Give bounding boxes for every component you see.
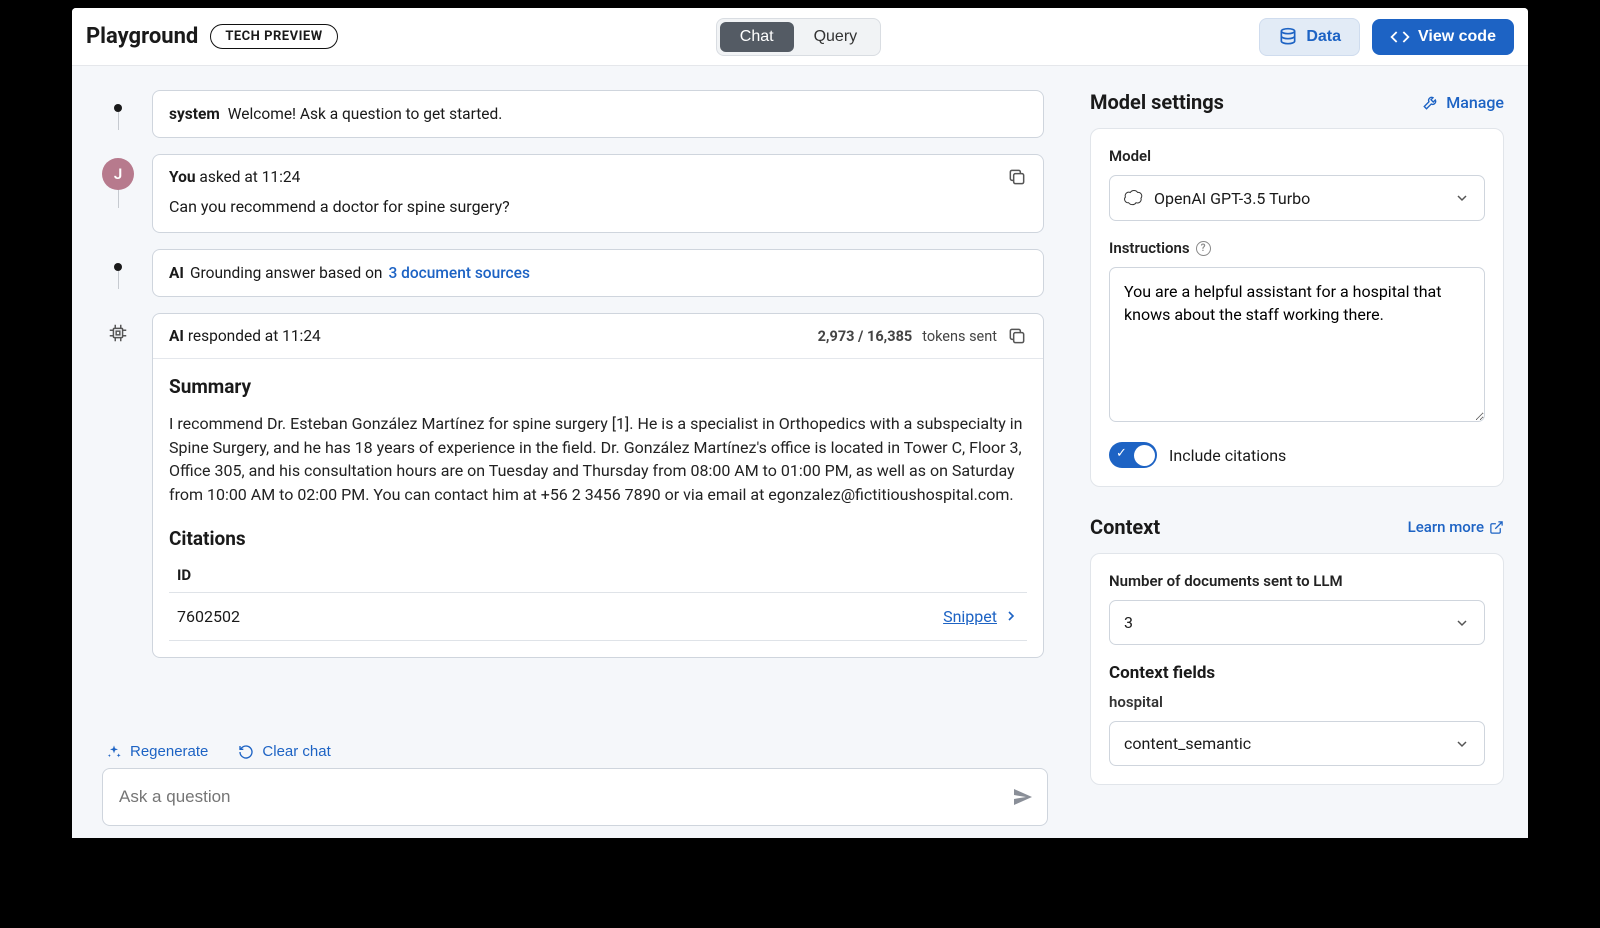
clear-chat-label: Clear chat bbox=[262, 743, 330, 760]
mode-segmented-control: Chat Query bbox=[716, 18, 881, 56]
user-avatar: J bbox=[102, 158, 134, 190]
code-icon bbox=[1390, 27, 1410, 47]
hospital-label: hospital bbox=[1109, 693, 1485, 711]
tab-chat[interactable]: Chat bbox=[720, 22, 794, 52]
timeline-dot bbox=[114, 104, 122, 112]
ai-resp-meta: responded at 11:24 bbox=[188, 327, 321, 345]
tokens-count: 2,973 / 16,385 bbox=[818, 328, 913, 345]
regenerate-button[interactable]: Regenerate bbox=[106, 743, 208, 760]
document-sources-link[interactable]: 3 document sources bbox=[388, 264, 529, 282]
grounding-text: Grounding answer based on bbox=[190, 264, 383, 282]
view-code-button[interactable]: View code bbox=[1372, 19, 1514, 55]
num-docs-label: Number of documents sent to LLM bbox=[1109, 572, 1485, 590]
clear-chat-button[interactable]: Clear chat bbox=[238, 743, 330, 760]
context-card: Number of documents sent to LLM 3 Contex… bbox=[1090, 553, 1504, 785]
user-meta: asked at 11:24 bbox=[199, 168, 300, 186]
model-value: OpenAI GPT-3.5 Turbo bbox=[1154, 189, 1310, 208]
chevron-right-icon bbox=[1003, 608, 1019, 624]
timeline-dot bbox=[114, 263, 122, 271]
model-label: Model bbox=[1109, 147, 1485, 165]
chevron-down-icon bbox=[1454, 190, 1470, 206]
regenerate-label: Regenerate bbox=[130, 743, 208, 760]
user-who: You bbox=[169, 168, 196, 186]
user-message: You asked at 11:24 Can you recommend a d… bbox=[152, 154, 1044, 233]
chat-column: system Welcome! Ask a question to get st… bbox=[72, 66, 1078, 838]
system-text: Welcome! Ask a question to get started. bbox=[228, 105, 503, 123]
chip-icon bbox=[106, 321, 130, 345]
database-icon bbox=[1278, 27, 1298, 47]
citations-toggle-label: Include citations bbox=[1169, 446, 1286, 465]
citations-heading: Citations bbox=[169, 527, 1027, 550]
hospital-value: content_semantic bbox=[1124, 734, 1251, 753]
copy-icon[interactable] bbox=[1007, 167, 1027, 187]
system-message: system Welcome! Ask a question to get st… bbox=[152, 90, 1044, 138]
copy-icon[interactable] bbox=[1007, 326, 1027, 346]
snippet-link[interactable]: Snippet bbox=[943, 607, 1019, 626]
model-settings-title: Model settings bbox=[1090, 90, 1224, 114]
tech-preview-badge: TECH PREVIEW bbox=[210, 24, 337, 49]
send-icon[interactable] bbox=[1011, 785, 1035, 809]
wrench-icon bbox=[1422, 93, 1440, 111]
data-button[interactable]: Data bbox=[1259, 18, 1360, 56]
citation-id: 7602502 bbox=[177, 607, 240, 626]
openai-icon bbox=[1124, 188, 1144, 208]
instructions-textarea[interactable] bbox=[1109, 267, 1485, 422]
grounding-message: AI Grounding answer based on 3 document … bbox=[152, 249, 1044, 297]
model-settings-card: Model OpenAI GPT-3.5 Turbo Instructions … bbox=[1090, 128, 1504, 487]
chevron-down-icon bbox=[1454, 736, 1470, 752]
sparkle-icon bbox=[106, 744, 122, 760]
citation-row: 7602502 Snippet bbox=[169, 593, 1027, 641]
tokens-suffix: tokens sent bbox=[922, 328, 997, 345]
view-code-label: View code bbox=[1418, 28, 1496, 46]
ai-response-message: AI responded at 11:24 2,973 / 16,385 tok… bbox=[152, 313, 1044, 658]
external-link-icon bbox=[1489, 520, 1504, 535]
instructions-label: Instructions ? bbox=[1109, 239, 1485, 257]
data-button-label: Data bbox=[1306, 28, 1341, 46]
summary-body: I recommend Dr. Esteban González Martíne… bbox=[169, 412, 1027, 507]
num-docs-select[interactable]: 3 bbox=[1109, 600, 1485, 645]
citations-column-id: ID bbox=[169, 558, 1027, 593]
refresh-icon bbox=[238, 744, 254, 760]
model-select[interactable]: OpenAI GPT-3.5 Turbo bbox=[1109, 175, 1485, 221]
chevron-down-icon bbox=[1454, 615, 1470, 631]
manage-link[interactable]: Manage bbox=[1422, 93, 1504, 112]
settings-column: Model settings Manage Model OpenAI GPT-3… bbox=[1078, 66, 1528, 838]
context-fields-heading: Context fields bbox=[1109, 663, 1485, 683]
system-who: system bbox=[169, 105, 220, 123]
tab-query[interactable]: Query bbox=[794, 22, 878, 52]
ai-who: AI bbox=[169, 264, 184, 282]
summary-heading: Summary bbox=[169, 375, 1027, 398]
learn-more-link[interactable]: Learn more bbox=[1408, 518, 1504, 536]
citations-toggle[interactable]: ✓ bbox=[1109, 442, 1157, 468]
user-question: Can you recommend a doctor for spine sur… bbox=[153, 193, 1043, 232]
snippet-label: Snippet bbox=[943, 607, 997, 626]
page-title: Playground bbox=[86, 24, 198, 49]
num-docs-value: 3 bbox=[1124, 613, 1133, 632]
learn-more-label: Learn more bbox=[1408, 518, 1484, 536]
chat-input[interactable] bbox=[115, 779, 1011, 815]
manage-label: Manage bbox=[1446, 93, 1504, 112]
context-title: Context bbox=[1090, 515, 1160, 539]
hospital-select[interactable]: content_semantic bbox=[1109, 721, 1485, 766]
top-bar: Playground TECH PREVIEW Chat Query Data … bbox=[72, 8, 1528, 66]
chat-input-wrap bbox=[102, 768, 1048, 826]
ai-resp-who: AI bbox=[169, 327, 184, 345]
help-icon[interactable]: ? bbox=[1196, 241, 1211, 256]
